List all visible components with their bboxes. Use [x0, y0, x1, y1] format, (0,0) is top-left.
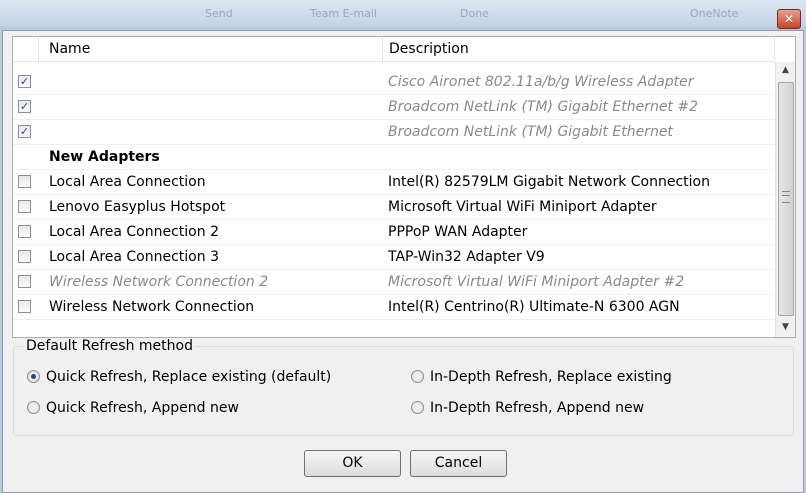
refresh-method-legend: Default Refresh method: [24, 338, 195, 354]
radio-quick-replace[interactable]: Quick Refresh, Replace existing (default…: [27, 367, 331, 387]
group-header-row: New Adapters: [13, 145, 775, 170]
adapter-name: Lenovo Easyplus Hotspot: [49, 199, 226, 215]
group-label: New Adapters: [49, 149, 160, 165]
checkbox[interactable]: [18, 225, 31, 238]
scroll-down-icon[interactable]: ▼: [776, 319, 795, 336]
adapter-row[interactable]: Wireless Network Connection 2 Microsoft V…: [13, 270, 775, 295]
adapter-description: Broadcom NetLink (TM) Gigabit Ethernet: [388, 124, 673, 140]
radio-icon: [27, 369, 40, 383]
adapter-description: Intel(R) 82579LM Gigabit Network Connect…: [388, 174, 710, 190]
checkbox[interactable]: [18, 275, 31, 288]
adapter-row[interactable]: Local Area Connection 2 PPPoP WAN Adapter: [13, 220, 775, 245]
adapter-row[interactable]: Lenovo Easyplus Hotspot Microsoft Virtual…: [13, 195, 775, 220]
adapter-name: Wireless Network Connection 2: [49, 274, 269, 290]
adapter-row[interactable]: Local Area Connection 3 TAP-Win32 Adapter…: [13, 245, 775, 270]
ok-button[interactable]: OK: [304, 450, 401, 477]
header-name[interactable]: Name: [39, 37, 383, 61]
scroll-up-icon[interactable]: ▲: [776, 62, 795, 79]
adapter-row[interactable]: ✓ Broadcom NetLink (TM) Gigabit Ethernet: [13, 120, 775, 145]
background-toolbar: Send Team E-mail Done OneNote: [0, 0, 806, 26]
toolbar-team-email: Team E-mail: [310, 7, 378, 20]
header-check-column: [13, 37, 39, 61]
checkbox[interactable]: [18, 200, 31, 213]
radio-label: Quick Refresh, Append new: [46, 400, 239, 416]
grip-icon: [782, 191, 790, 203]
adapter-description: TAP-Win32 Adapter V9: [388, 249, 545, 265]
adapter-description: Intel(R) Centrino(R) Ultimate-N 6300 AGN: [388, 299, 680, 315]
dialog: Name Description ✓ Cisco Aironet 802.11a/…: [2, 30, 804, 493]
vertical-scrollbar[interactable]: ▲ ▼: [775, 62, 795, 337]
radio-indepth-replace[interactable]: In-Depth Refresh, Replace existing: [411, 367, 672, 387]
radio-label: In-Depth Refresh, Append new: [430, 400, 645, 416]
adapter-description: Cisco Aironet 802.11a/b/g Wireless Adapt…: [388, 74, 694, 90]
adapter-list[interactable]: Name Description ✓ Cisco Aironet 802.11a/…: [12, 36, 796, 338]
adapter-name: Local Area Connection: [49, 174, 206, 190]
adapter-description: Broadcom NetLink (TM) Gigabit Ethernet #…: [388, 99, 699, 115]
checkbox[interactable]: [18, 300, 31, 313]
adapter-row[interactable]: Wireless Network Connection Intel(R) Cent…: [13, 295, 775, 320]
checkbox[interactable]: [18, 175, 31, 188]
radio-icon: [411, 400, 424, 414]
radio-label: In-Depth Refresh, Replace existing: [430, 369, 672, 385]
list-rows: ✓ Cisco Aironet 802.11a/b/g Wireless Adap…: [13, 62, 775, 337]
radio-icon: [27, 400, 40, 414]
checkbox[interactable]: [18, 250, 31, 263]
radio-label: Quick Refresh, Replace existing (default…: [46, 369, 332, 385]
checkbox-checked-icon[interactable]: ✓: [18, 100, 31, 113]
adapter-name: Local Area Connection 3: [49, 249, 219, 265]
adapter-name: Wireless Network Connection: [49, 299, 255, 315]
cancel-button[interactable]: Cancel: [410, 450, 507, 477]
list-header: Name Description: [13, 37, 775, 62]
checkbox-checked-icon[interactable]: ✓: [18, 75, 31, 88]
close-button[interactable]: ✕: [777, 9, 801, 29]
adapter-row[interactable]: ✓ Broadcom NetLink (TM) Gigabit Ethernet …: [13, 95, 775, 120]
toolbar-send: Send: [205, 7, 233, 20]
close-icon: ✕: [783, 12, 795, 26]
radio-indepth-append[interactable]: In-Depth Refresh, Append new: [411, 398, 644, 418]
toolbar-done: Done: [460, 7, 489, 20]
adapter-description: PPPoP WAN Adapter: [388, 224, 528, 240]
adapter-description: Microsoft Virtual WiFi Miniport Adapter: [388, 199, 657, 215]
adapter-description: Microsoft Virtual WiFi Miniport Adapter …: [388, 274, 685, 290]
toolbar-onenote: OneNote: [690, 7, 739, 20]
refresh-method-group: Default Refresh method Quick Refresh, Re…: [13, 338, 794, 436]
radio-quick-append[interactable]: Quick Refresh, Append new: [27, 398, 239, 418]
adapter-name: Local Area Connection 2: [49, 224, 219, 240]
header-description[interactable]: Description: [383, 37, 775, 61]
checkbox-checked-icon[interactable]: ✓: [18, 125, 31, 138]
radio-icon: [411, 369, 424, 383]
adapter-row[interactable]: Local Area Connection Intel(R) 82579LM Gi…: [13, 170, 775, 195]
adapter-row[interactable]: ✓ Cisco Aironet 802.11a/b/g Wireless Adap…: [13, 70, 775, 95]
scroll-thumb[interactable]: [778, 82, 794, 316]
